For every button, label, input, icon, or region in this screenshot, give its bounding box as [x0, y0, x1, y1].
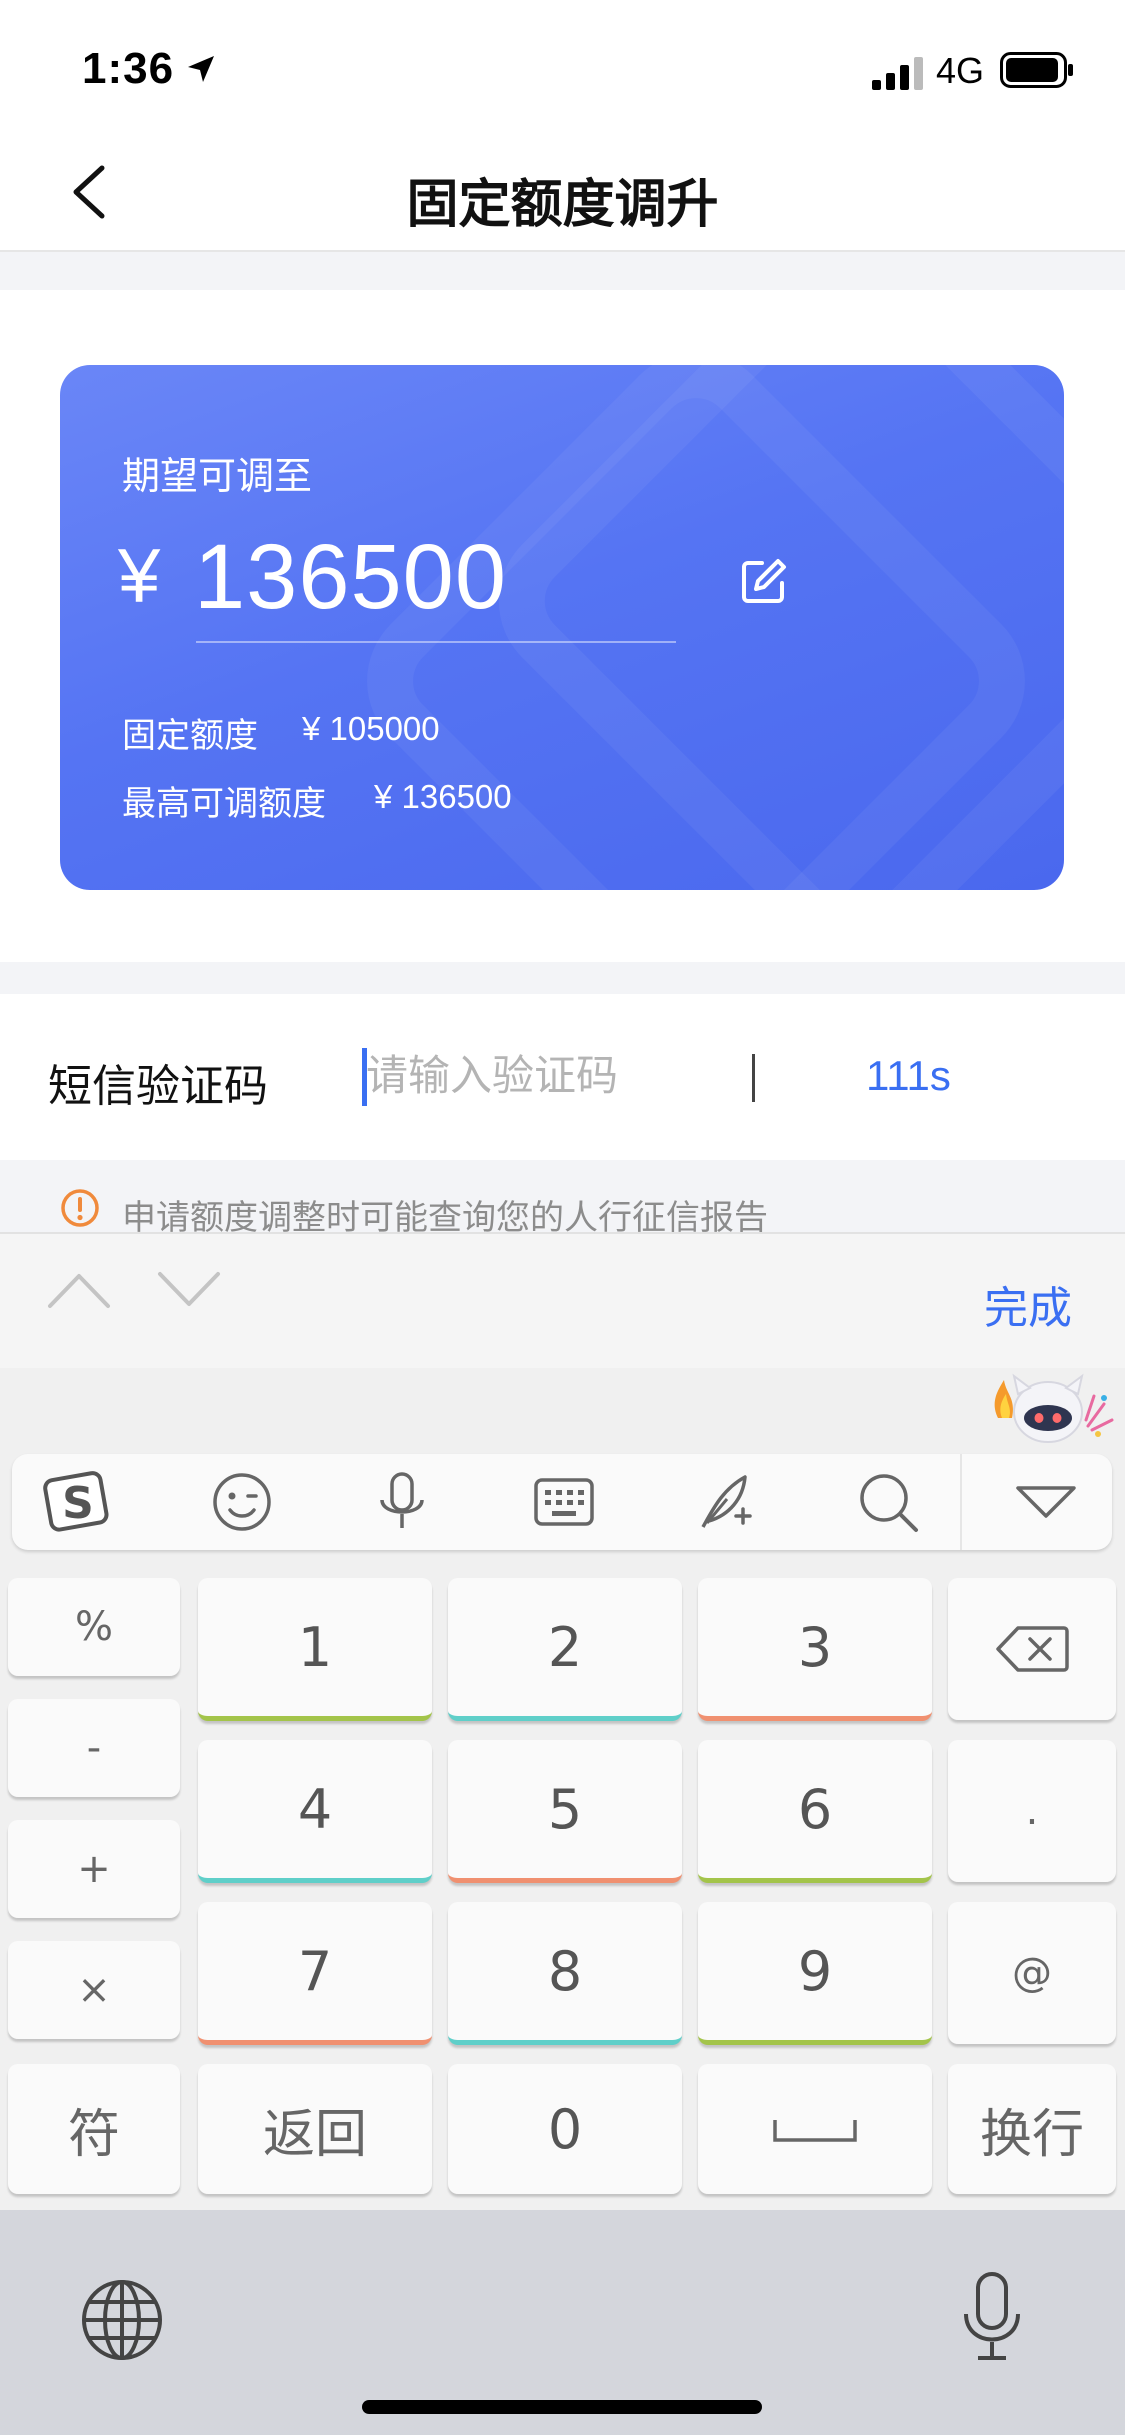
key-percent[interactable]: % [8, 1578, 180, 1676]
space-key[interactable] [698, 2064, 932, 2194]
nav-bar: 固定额度调升 [0, 132, 1125, 252]
key-plus[interactable]: + [8, 1820, 180, 1918]
key-at[interactable]: @ [948, 1902, 1116, 2044]
key-symbols[interactable]: 符 [8, 2064, 180, 2194]
cellular-signal-icon [872, 57, 923, 90]
key-9[interactable]: 9 [698, 1902, 932, 2045]
newline-key[interactable]: 换行 [948, 2064, 1116, 2194]
home-indicator[interactable] [362, 2400, 762, 2414]
ime-toolbar: S [12, 1454, 1112, 1550]
fixed-limit-label: 固定额度 [122, 717, 258, 755]
search-icon[interactable] [850, 1464, 926, 1540]
svg-text:S: S [62, 1478, 94, 1529]
key-2[interactable]: 2 [448, 1578, 682, 1721]
max-limit-label: 最高可调额度 [122, 785, 326, 823]
key-1[interactable]: 1 [198, 1578, 432, 1721]
next-field-icon[interactable] [156, 1270, 222, 1310]
emoji-icon[interactable] [204, 1464, 280, 1540]
key-8[interactable]: 8 [448, 1902, 682, 2045]
edit-icon[interactable] [740, 557, 788, 605]
fixed-limit-value: ¥ 105000 [302, 710, 440, 747]
expected-limit-label: 期望可调至 [122, 456, 313, 498]
warning-circle-icon [61, 1189, 99, 1227]
sms-code-label: 短信验证码 [48, 1062, 268, 1111]
collapse-keyboard-icon[interactable] [1008, 1464, 1084, 1540]
backspace-icon [996, 1626, 1069, 1672]
dictation-mic-icon[interactable] [960, 2270, 1024, 2364]
backspace-key[interactable] [948, 1578, 1116, 1720]
key-5[interactable]: 5 [448, 1740, 682, 1883]
back-arrow-icon[interactable] [62, 162, 122, 222]
expected-amount[interactable]: 136500 [194, 525, 507, 630]
handwriting-icon[interactable] [688, 1464, 764, 1540]
key-4[interactable]: 4 [198, 1740, 432, 1883]
mascot-icon[interactable] [976, 1368, 1116, 1454]
page-title: 固定额度调升 [406, 176, 719, 234]
amount-underline [196, 641, 676, 643]
status-bar: 1:36 4G [0, 0, 1125, 132]
key-6[interactable]: 6 [698, 1740, 932, 1883]
sms-code-input[interactable] [366, 1040, 726, 1112]
field-divider [752, 1054, 755, 1102]
battery-icon [1000, 52, 1073, 88]
key-3[interactable]: 3 [698, 1578, 932, 1721]
status-time: 1:36 [82, 44, 175, 93]
keyboard-layout-icon[interactable] [526, 1464, 602, 1540]
voice-input-icon[interactable] [364, 1464, 440, 1540]
network-type: 4G [936, 50, 985, 91]
sogou-logo-icon[interactable]: S [40, 1464, 116, 1540]
max-limit-value: ¥ 136500 [374, 778, 512, 815]
keyboard-toolbar: 完成 [0, 1232, 1125, 1370]
globe-icon[interactable] [80, 2278, 164, 2362]
sms-code-row: 短信验证码 111s [0, 994, 1125, 1160]
currency-symbol: ¥ [118, 534, 161, 619]
key-0[interactable]: 0 [448, 2064, 682, 2194]
notice-bar: 申请额度调整时可能查询您的人行征信报告 [0, 1160, 1125, 1237]
ime-divider [960, 1454, 962, 1550]
space-icon [773, 2120, 857, 2142]
done-button[interactable]: 完成 [984, 1272, 1072, 1336]
previous-field-icon[interactable] [46, 1270, 112, 1310]
key-dot[interactable]: . [948, 1740, 1116, 1882]
key-7[interactable]: 7 [198, 1902, 432, 2045]
limit-card: 期望可调至 ¥ 136500 固定额度 ¥ 105000 最高可调额度 ¥ 13… [60, 365, 1064, 890]
numeric-keyboard: S % - + × 符 1 2 3 4 5 6 . 7 8 9 @ 返回 0 换… [0, 1368, 1125, 2210]
system-keyboard-bar [0, 2210, 1125, 2435]
resend-countdown[interactable]: 111s [866, 1052, 951, 1100]
return-key[interactable]: 返回 [198, 2064, 432, 2194]
key-multiply[interactable]: × [8, 1941, 180, 2039]
key-minus[interactable]: - [8, 1699, 180, 1797]
location-arrow-icon [188, 56, 214, 82]
